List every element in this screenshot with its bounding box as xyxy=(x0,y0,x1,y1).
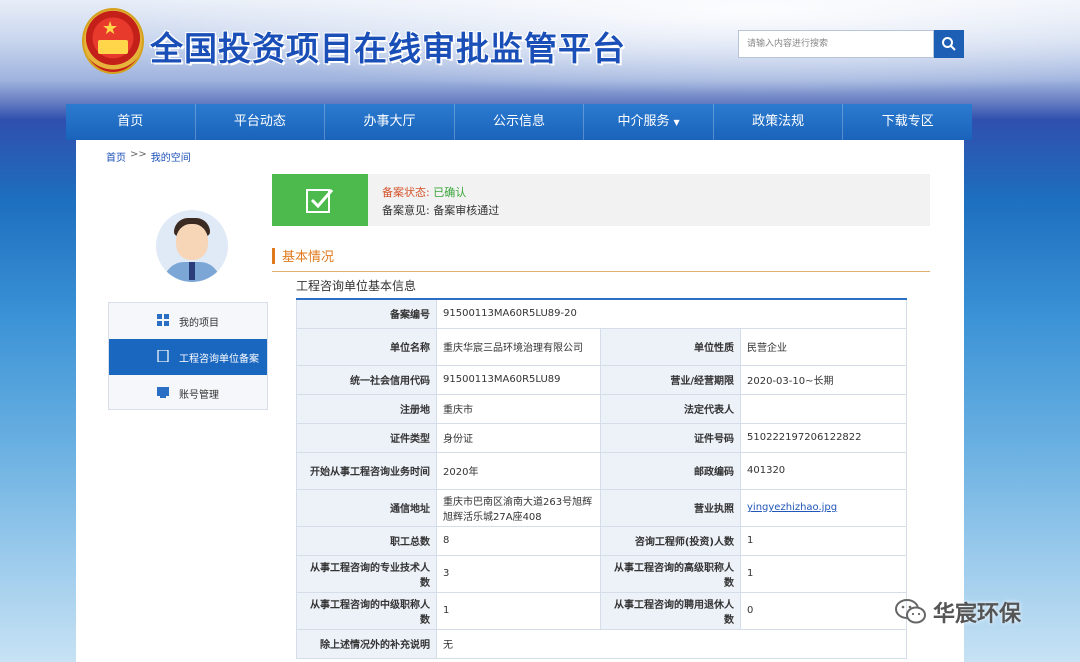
nav-home[interactable]: 首页 xyxy=(66,104,196,140)
cell-label: 证件号码 xyxy=(600,422,741,453)
cell-label: 除上述情况外的补充说明 xyxy=(296,628,437,659)
sidebar-item-label: 我的项目 xyxy=(179,317,219,329)
cell-value: 重庆华宸三品环境治理有限公司 xyxy=(436,327,601,366)
cell-value: 401320 xyxy=(740,451,907,490)
main-nav: 首页 平台动态 办事大厅 公示信息 中介服务 ▼ 政策法规 下载专区 xyxy=(66,104,972,140)
cell-value: 重庆市 xyxy=(436,393,601,424)
sidebar-menu: 我的项目 工程咨询单位备案 账号管理 xyxy=(108,302,268,410)
cell-value: 91500113MA60R5LU89 xyxy=(436,364,601,395)
cell-value: 1 xyxy=(740,554,907,593)
status-value: 已确认 xyxy=(433,186,467,199)
table-row: 通信地址 重庆市巴南区渝南大道263号旭辉旭辉活乐城27A座408 营业执照 y… xyxy=(296,488,907,527)
cell-label: 从事工程咨询的聘用退休人数 xyxy=(600,591,741,630)
table-row: 除上述情况外的补充说明 无 xyxy=(296,628,907,659)
content-panel: 首页 >> 我的空间 我的项目 工程咨询单位备案 账号管理 备案状态: 已确认 … xyxy=(76,140,964,662)
search-button[interactable] xyxy=(934,30,964,58)
table-row: 备案编号 91500113MA60R5LU89-20 xyxy=(296,298,907,329)
cell-label: 单位名称 xyxy=(296,327,437,366)
site-header: ★ 全国投资项目在线审批监管平台 请输入内容进行搜索 xyxy=(0,0,1080,100)
search-icon xyxy=(942,37,956,51)
breadcrumb-home[interactable]: 首页 xyxy=(106,149,126,164)
checkbox-checked-icon xyxy=(306,189,334,213)
sidebar-item-consulting-registration[interactable]: 工程咨询单位备案 xyxy=(109,339,267,375)
cell-label: 备案编号 xyxy=(296,298,437,329)
sidebar-item-label: 工程咨询单位备案 xyxy=(179,353,259,365)
cell-value xyxy=(740,393,907,424)
nav-intermediary-service[interactable]: 中介服务 ▼ xyxy=(584,104,714,140)
cell-label: 邮政编码 xyxy=(600,451,741,490)
nav-public-info[interactable]: 公示信息 xyxy=(455,104,585,140)
nav-service-hall[interactable]: 办事大厅 xyxy=(325,104,455,140)
chevron-down-icon: ▼ xyxy=(673,118,680,127)
breadcrumb-separator: >> xyxy=(130,149,147,160)
opinion-label: 备案意见: xyxy=(382,204,430,217)
nav-intermediary-label: 中介服务 xyxy=(617,114,670,129)
table-row: 单位名称 重庆华宸三品环境治理有限公司 单位性质 民营企业 xyxy=(296,327,907,366)
cell-value: 无 xyxy=(436,628,907,659)
cell-label: 营业执照 xyxy=(600,488,741,527)
cell-label: 从事工程咨询的高级职称人数 xyxy=(600,554,741,593)
cell-label: 从事工程咨询的中级职称人数 xyxy=(296,591,437,630)
section-title: 基本情况 xyxy=(282,250,335,265)
breadcrumb-current[interactable]: 我的空间 xyxy=(151,149,191,164)
cell-value: 身份证 xyxy=(436,422,601,453)
table-row: 从事工程咨询的专业技术人数 3 从事工程咨询的高级职称人数 1 xyxy=(296,554,907,593)
cell-label: 统一社会信用代码 xyxy=(296,364,437,395)
business-license-link[interactable]: yingyezhizhao.jpg xyxy=(740,488,907,527)
cell-label: 开始从事工程咨询业务时间 xyxy=(296,451,437,490)
cell-value: 91500113MA60R5LU89-20 xyxy=(436,298,907,329)
cell-value: 2020年 xyxy=(436,451,601,490)
cell-label: 证件类型 xyxy=(296,422,437,453)
account-icon xyxy=(157,387,169,398)
table-row: 注册地 重庆市 法定代表人 xyxy=(296,393,907,424)
cell-label: 通信地址 xyxy=(296,488,437,527)
breadcrumb: 首页 >> 我的空间 xyxy=(106,149,191,164)
cell-value: 510222197206122822 xyxy=(740,422,907,453)
cell-value: 民营企业 xyxy=(740,327,907,366)
cell-label: 营业/经营期限 xyxy=(600,364,741,395)
national-emblem-icon: ★ xyxy=(82,8,144,74)
search-input[interactable]: 请输入内容进行搜索 xyxy=(738,30,934,58)
table-row: 开始从事工程咨询业务时间 2020年 邮政编码 401320 xyxy=(296,451,907,490)
grid-icon xyxy=(157,314,169,326)
watermark-text: 华宸环保 xyxy=(933,602,1022,627)
opinion-value: 备案审核通过 xyxy=(433,204,500,217)
info-table: 备案编号 91500113MA60R5LU89-20 单位名称 重庆华宸三品环境… xyxy=(296,298,907,659)
cell-label: 职工总数 xyxy=(296,525,437,556)
nav-downloads[interactable]: 下载专区 xyxy=(843,104,972,140)
cell-value: 3 xyxy=(436,554,601,593)
status-icon-block xyxy=(272,174,368,226)
cell-value: 1 xyxy=(740,525,907,556)
cell-value: 0 xyxy=(740,591,907,630)
section-header: 基本情况 xyxy=(272,244,930,272)
table-row: 职工总数 8 咨询工程师(投资)人数 1 xyxy=(296,525,907,556)
wechat-icon xyxy=(895,599,926,624)
avatar xyxy=(156,210,228,282)
cell-value: 1 xyxy=(436,591,601,630)
sidebar-item-label: 账号管理 xyxy=(179,389,219,401)
cell-value: 2020-03-10~长期 xyxy=(740,364,907,395)
table-row: 从事工程咨询的中级职称人数 1 从事工程咨询的聘用退休人数 0 xyxy=(296,591,907,630)
site-title: 全国投资项目在线审批监管平台 xyxy=(150,29,626,68)
sidebar-item-account[interactable]: 账号管理 xyxy=(109,375,267,411)
cell-label: 从事工程咨询的专业技术人数 xyxy=(296,554,437,593)
nav-platform-news[interactable]: 平台动态 xyxy=(196,104,326,140)
table-row: 证件类型 身份证 证件号码 510222197206122822 xyxy=(296,422,907,453)
document-icon xyxy=(157,350,169,362)
cell-label: 单位性质 xyxy=(600,327,741,366)
status-text: 备案状态: 已确认 备案意见: 备案审核通过 xyxy=(382,184,499,220)
cell-value: 重庆市巴南区渝南大道263号旭辉旭辉活乐城27A座408 xyxy=(436,488,601,527)
table-title: 工程咨询单位基本信息 xyxy=(296,279,417,293)
status-box: 备案状态: 已确认 备案意见: 备案审核通过 xyxy=(272,174,930,226)
table-row: 统一社会信用代码 91500113MA60R5LU89 营业/经营期限 2020… xyxy=(296,364,907,395)
watermark: 华宸环保 xyxy=(895,596,1021,628)
cell-label: 咨询工程师(投资)人数 xyxy=(600,525,741,556)
cell-label: 注册地 xyxy=(296,393,437,424)
cell-value: 8 xyxy=(436,525,601,556)
section-accent-bar xyxy=(272,248,275,264)
nav-policy[interactable]: 政策法规 xyxy=(714,104,844,140)
sidebar-item-my-projects[interactable]: 我的项目 xyxy=(109,303,267,339)
cell-label: 法定代表人 xyxy=(600,393,741,424)
status-label: 备案状态: xyxy=(382,186,430,199)
